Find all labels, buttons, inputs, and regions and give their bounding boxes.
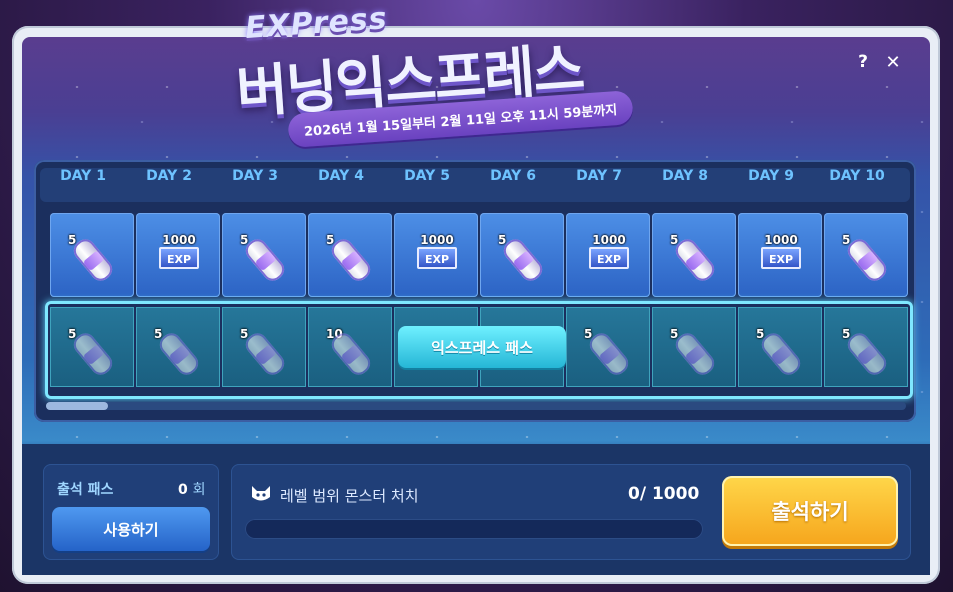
attendance-pass-unit: 회 [192, 482, 206, 498]
capsule-band [684, 250, 707, 272]
capsule-band [856, 250, 879, 272]
free-reward-slot[interactable]: 1000 EXP [394, 213, 478, 297]
day-label: DAY 2 [146, 168, 192, 184]
exp-capsule-icon [843, 235, 891, 285]
exp-amount: 1000 [592, 233, 626, 247]
free-reward-slot[interactable]: 5 [222, 213, 306, 297]
mission-description: 레벨 범위 몬스터 처치 [280, 487, 419, 505]
free-reward-slot[interactable]: 5 [308, 213, 392, 297]
cat-face-icon [252, 486, 270, 501]
exp-amount: 1000 [162, 233, 196, 247]
use-pass-button[interactable]: 사용하기 [52, 507, 210, 551]
exp-capsule-icon [671, 235, 719, 285]
day-label: DAY 3 [232, 168, 278, 184]
attend-button[interactable]: 출석하기 [722, 476, 898, 546]
exp-coupon-icon: 1000 EXP [157, 233, 201, 275]
free-reward-slot[interactable]: 1000 EXP [738, 213, 822, 297]
capsule-band [340, 250, 363, 272]
exp-label: EXP [417, 247, 457, 269]
scrollbar-thumb[interactable] [46, 402, 108, 410]
capsule-band [512, 250, 535, 272]
capsule-band [254, 250, 277, 272]
day-label: DAY 4 [318, 168, 364, 184]
exp-amount: 1000 [420, 233, 454, 247]
day-label: DAY 1 [60, 168, 106, 184]
horizontal-scrollbar[interactable] [46, 402, 906, 410]
exp-label: EXP [761, 247, 801, 269]
attendance-pass-label: 출석 패스 [57, 482, 114, 498]
express-pass-button[interactable]: 익스프레스 패스 [398, 326, 566, 368]
free-reward-slot[interactable]: 1000 EXP [566, 213, 650, 297]
mission-progress-text: 0/ 1000 [628, 484, 700, 504]
mission-progress-bar [245, 519, 703, 539]
free-reward-slot[interactable]: 5 [480, 213, 564, 297]
help-button[interactable]: ? [854, 52, 872, 74]
exp-amount: 1000 [764, 233, 798, 247]
attendance-pass-count: 0 회 [178, 479, 206, 499]
free-reward-slot[interactable]: 5 [824, 213, 908, 297]
day-header-row: DAY 1 DAY 2 DAY 3 DAY 4 DAY 5 DAY 6 DAY 7 DAY 8… [40, 168, 910, 202]
attendance-pass-count-value: 0 [178, 482, 188, 498]
exp-capsule-icon [241, 235, 289, 285]
capsule-band [82, 250, 105, 272]
exp-capsule-icon [327, 235, 375, 285]
exp-capsule-icon [499, 235, 547, 285]
exp-label: EXP [159, 247, 199, 269]
day-label: DAY 9 [748, 168, 794, 184]
free-reward-slot[interactable]: 1000 EXP [136, 213, 220, 297]
exp-coupon-icon: 1000 EXP [587, 233, 631, 275]
free-reward-slot[interactable]: 5 [50, 213, 134, 297]
exp-coupon-icon: 1000 EXP [415, 233, 459, 275]
free-reward-row: 5 1000 EXP 5 5 1000 EXP 5 1000 EXP 5 1000 EXP 5 [50, 213, 910, 297]
day-label: DAY 5 [404, 168, 450, 184]
exp-label: EXP [589, 247, 629, 269]
day-label: DAY 7 [576, 168, 622, 184]
day-label: DAY 8 [662, 168, 708, 184]
close-button[interactable]: ✕ [883, 52, 903, 74]
exp-coupon-icon: 1000 EXP [759, 233, 803, 275]
free-reward-slot[interactable]: 5 [652, 213, 736, 297]
exp-capsule-icon [69, 235, 117, 285]
day-label: DAY 10 [829, 168, 885, 184]
day-label: DAY 6 [490, 168, 536, 184]
